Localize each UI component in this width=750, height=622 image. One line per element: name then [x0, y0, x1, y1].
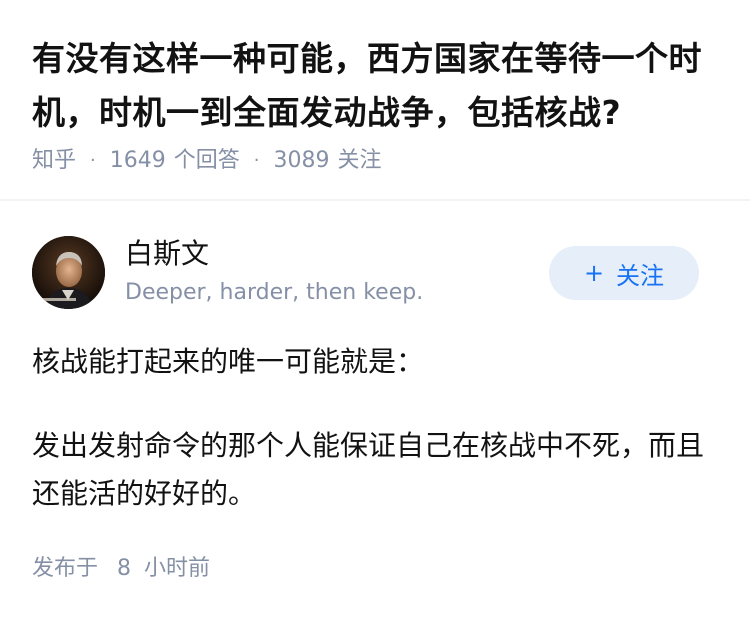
- answer-count-label: 个回答: [173, 148, 240, 173]
- avatar-portrait-icon: [32, 236, 105, 309]
- plus-icon: +: [583, 259, 605, 287]
- follower-count: 3089: [273, 148, 330, 173]
- question-title[interactable]: 有没有这样一种可能，西方国家在等待一个时机，时机一到全面发动战争，包括核战?: [32, 32, 720, 140]
- answer-paragraph: 核战能打起来的唯一可能就是：: [32, 345, 425, 378]
- author-bio: Deeper, harder, then keep.: [125, 280, 424, 305]
- meta-separator: ·: [90, 150, 96, 171]
- meta-separator: ·: [253, 150, 260, 171]
- answer-paragraph: 发出发射命令的那个人能保证自己在核战中不死，而且还能活的好好的。: [32, 429, 705, 510]
- answer-count: 1649: [109, 148, 166, 173]
- source-label[interactable]: 知乎: [32, 146, 76, 176]
- post-time-unit: 小时前: [144, 556, 211, 581]
- post-time: 发布于 8 小时前: [32, 554, 210, 584]
- follow-button[interactable]: + 关注: [549, 246, 699, 300]
- answer-content: 核战能打起来的唯一可能就是： 发出发射命令的那个人能保证自己在核战中不死，而且还…: [32, 338, 722, 518]
- question-header: 有没有这样一种可能，西方国家在等待一个时机，时机一到全面发动战争，包括核战? 知…: [0, 0, 750, 176]
- answer-page: 有没有这样一种可能，西方国家在等待一个时机，时机一到全面发动战争，包括核战? 知…: [0, 0, 750, 622]
- follow-label: 关注: [616, 261, 665, 290]
- author-name[interactable]: 白斯文: [125, 236, 209, 272]
- question-meta: 知乎 · 1649 个回答 · 3089 关注: [32, 146, 720, 176]
- follower-count-label: 关注: [337, 148, 382, 173]
- section-divider: [0, 199, 750, 201]
- post-time-label: 发布于: [32, 556, 99, 581]
- post-time-value: 8: [117, 556, 132, 581]
- author-card: 白斯文 Deeper, harder, then keep. + 关注: [32, 236, 722, 312]
- author-avatar[interactable]: [32, 236, 105, 309]
